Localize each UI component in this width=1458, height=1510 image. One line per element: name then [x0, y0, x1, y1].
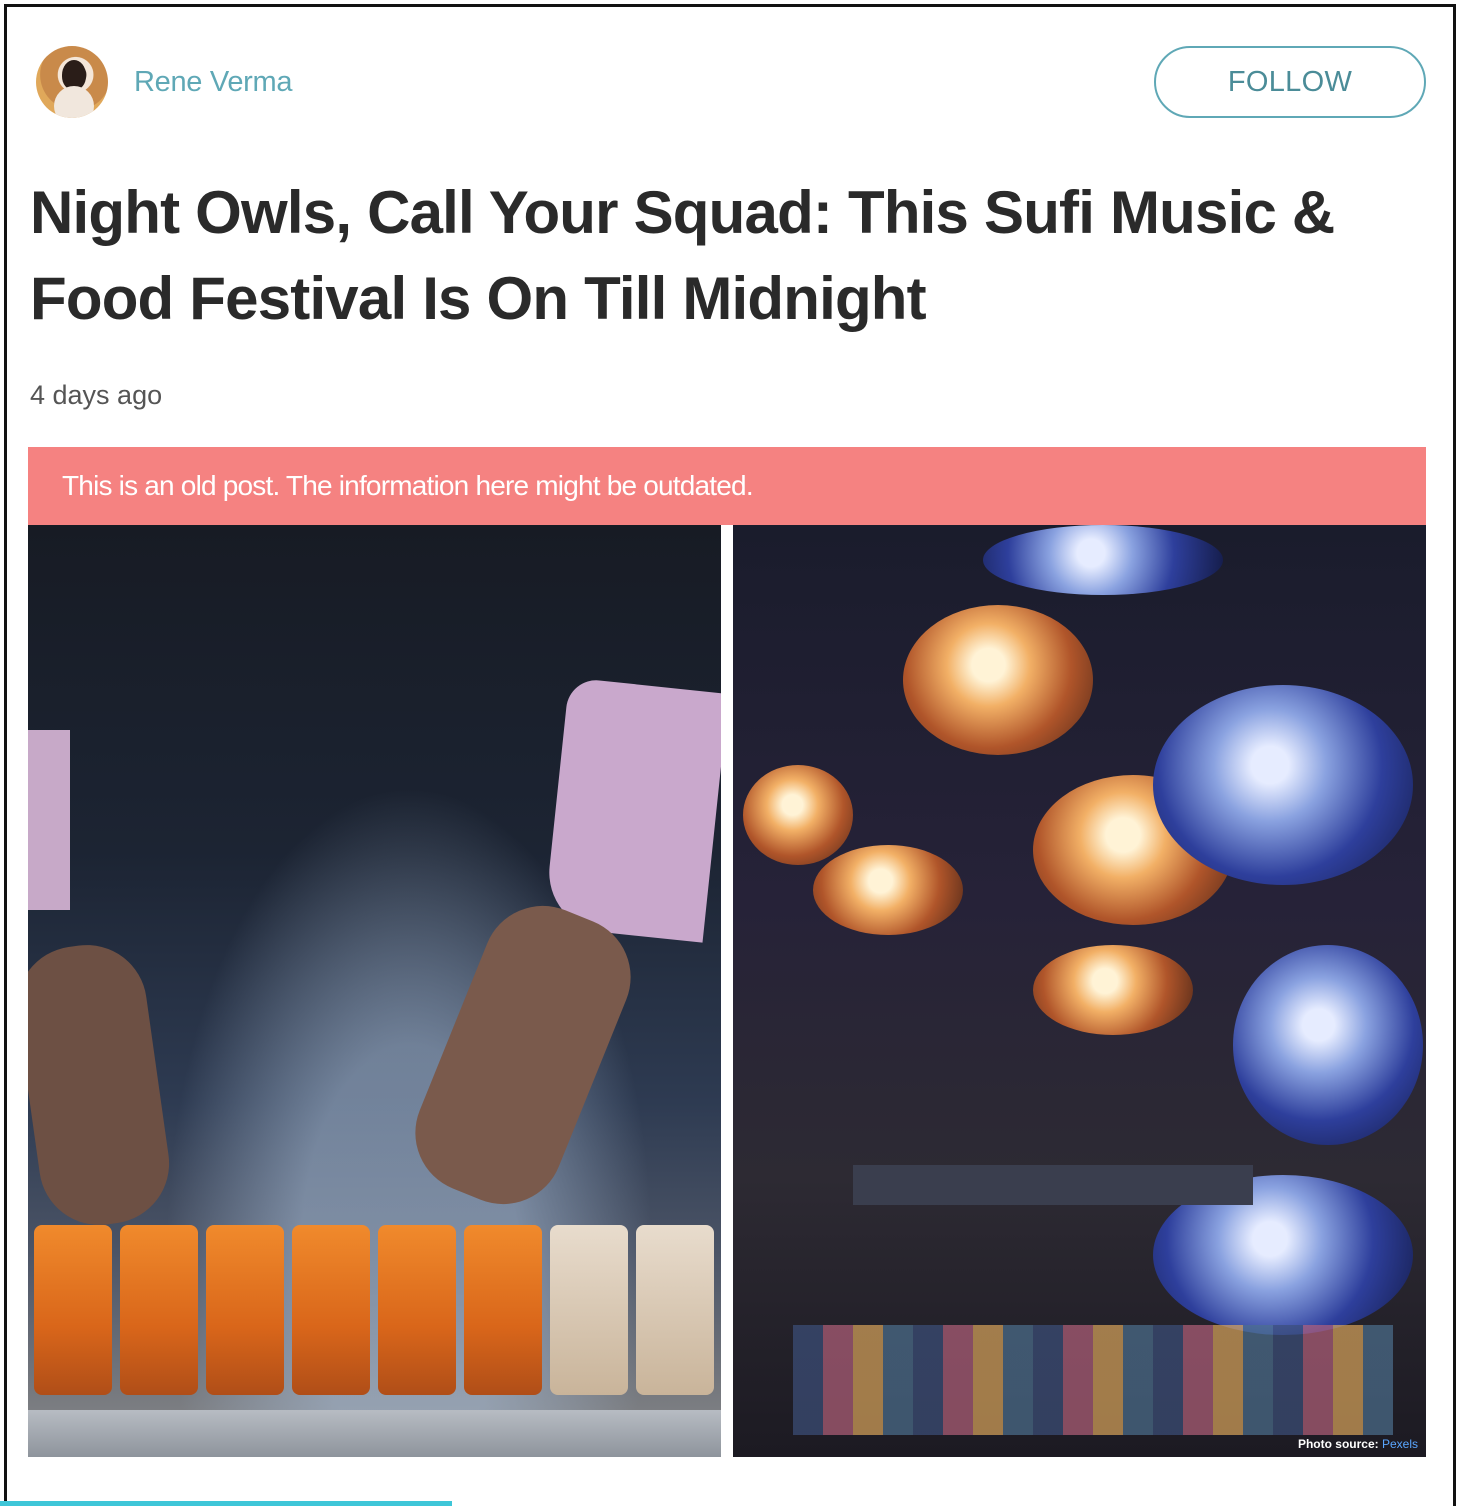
photo-shelf: [853, 1165, 1253, 1205]
photo-divider: [721, 525, 733, 1457]
lantern: [983, 525, 1223, 595]
skewer: [120, 1225, 198, 1395]
lantern: [743, 765, 853, 865]
lantern: [1153, 685, 1413, 885]
photo-cups: [793, 1325, 1393, 1435]
skewer: [206, 1225, 284, 1395]
lantern: [903, 605, 1093, 755]
lantern: [1233, 945, 1423, 1145]
skewer: [378, 1225, 456, 1395]
skewer: [550, 1225, 628, 1395]
photo-arm-right: [397, 887, 649, 1223]
photo-credit-source[interactable]: Pexels: [1382, 1437, 1418, 1451]
skewer: [34, 1225, 112, 1395]
author-avatar[interactable]: [36, 46, 108, 118]
outdated-notice-banner: This is an old post. The information her…: [28, 447, 1426, 525]
outdated-notice-text: This is an old post. The information her…: [62, 470, 754, 501]
author-block[interactable]: Rene Verma: [36, 46, 293, 118]
photo-credit: Photo source: Pexels: [1298, 1437, 1418, 1451]
photo-sleeve-left: [28, 730, 70, 910]
photo-tray: [28, 1410, 721, 1457]
post-timestamp: 4 days ago: [30, 380, 163, 410]
photo-skewers: [28, 1225, 721, 1415]
skewer: [292, 1225, 370, 1395]
skewer: [464, 1225, 542, 1395]
photo-arm-left: [28, 937, 177, 1233]
skewer: [636, 1225, 714, 1395]
food-grill-photo: [28, 525, 721, 1457]
article-title: Night Owls, Call Your Squad: This Sufi M…: [30, 179, 1335, 332]
scroll-progress-bar: [0, 1501, 452, 1506]
lanterns-photo: Photo source: Pexels: [733, 525, 1426, 1457]
author-name[interactable]: Rene Verma: [134, 66, 293, 99]
photo-credit-label: Photo source:: [1297, 1437, 1379, 1451]
lantern: [1033, 945, 1193, 1035]
photo-sleeve-right: [543, 677, 721, 943]
follow-button[interactable]: FOLLOW: [1154, 46, 1426, 118]
lantern: [813, 845, 963, 935]
